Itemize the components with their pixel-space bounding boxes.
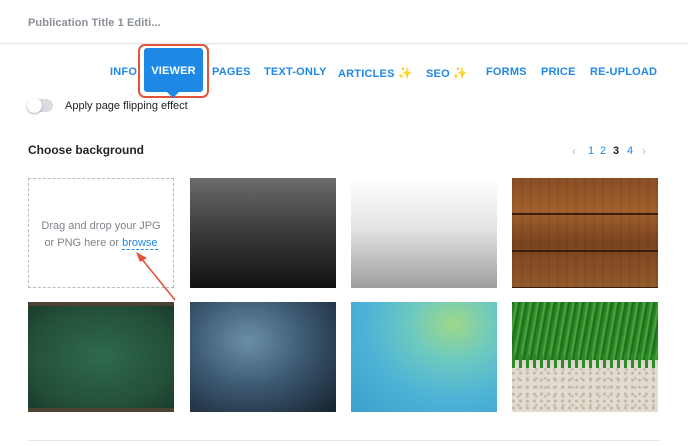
pager-next-icon[interactable]: › [642,144,646,158]
tab-bar: INFO VIEWER PAGES TEXT-ONLY ARTICLES ✨ SE… [0,44,688,100]
background-tile-aqua-watercolor[interactable] [351,302,497,412]
tab-seo-label: SEO [426,68,450,80]
browse-link[interactable]: browse [122,237,158,250]
tab-articles-label: ARTICLES [338,68,395,80]
tab-forms[interactable]: FORMS [486,66,527,78]
background-tile-light-gradient[interactable] [351,178,497,288]
dropzone-text: Drag and drop your JPG or PNG here or br… [29,218,173,252]
page-flip-label: Apply page flipping effect [65,100,188,112]
page-flip-toggle[interactable] [27,98,53,113]
tab-re-upload[interactable]: RE-UPLOAD [590,66,657,78]
active-tab-pointer [167,92,179,98]
viewer-settings-page: Publication Title 1 Editi... INFO VIEWER… [0,0,688,446]
grass-texture [512,302,658,360]
dropzone-line-1: Drag and drop your JPG [41,220,161,232]
choose-background-heading: Choose background [28,143,145,157]
sand-texture [512,364,658,412]
background-tile-grass-sand[interactable] [512,302,658,412]
sparkle-icon: ✨ [397,66,413,80]
publication-title: Publication Title 1 Editi... [28,17,161,29]
grass-edge [512,354,658,368]
upload-dropzone[interactable]: Drag and drop your JPG or PNG here or br… [28,178,174,288]
background-tile-wood[interactable] [512,178,658,288]
dropzone-line-2-text: or PNG here or [44,237,123,249]
bottom-divider [28,440,660,441]
dropzone-line-2: or PNG here or browse [29,235,173,252]
tab-info[interactable]: INFO [110,66,137,78]
tab-articles[interactable]: ARTICLES ✨ [338,66,413,80]
tab-viewer[interactable]: VIEWER [144,48,203,92]
pager-prev-icon[interactable]: ‹ [572,144,576,158]
pager-page-3: 3 [613,145,620,157]
tab-pages[interactable]: PAGES [212,66,251,78]
tab-text-only[interactable]: TEXT-ONLY [264,66,327,78]
sparkle-icon: ✨ [452,66,468,80]
background-tile-dark-gradient[interactable] [190,178,336,288]
pager-page-4[interactable]: 4 [627,145,633,157]
tab-price[interactable]: PRICE [541,66,576,78]
pager-page-2[interactable]: 2 [600,145,606,157]
header-bar: Publication Title 1 Editi... [0,0,688,44]
background-tile-chalkboard[interactable] [28,302,174,412]
pager-page-1[interactable]: 1 [588,145,594,157]
toggle-knob [27,98,42,113]
background-tile-blue-texture[interactable] [190,302,336,412]
tab-seo[interactable]: SEO ✨ [426,66,468,80]
